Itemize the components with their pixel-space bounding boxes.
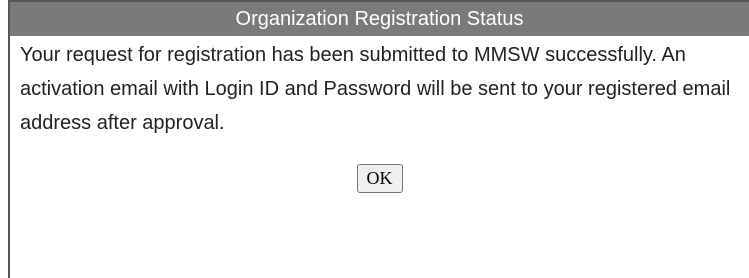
button-row: OK: [10, 164, 749, 193]
ok-button[interactable]: OK: [356, 164, 403, 193]
dialog-title: Organization Registration Status: [10, 2, 749, 36]
registration-status-dialog: Organization Registration Status Your re…: [8, 0, 749, 278]
status-message: Your request for registration has been s…: [20, 44, 731, 134]
